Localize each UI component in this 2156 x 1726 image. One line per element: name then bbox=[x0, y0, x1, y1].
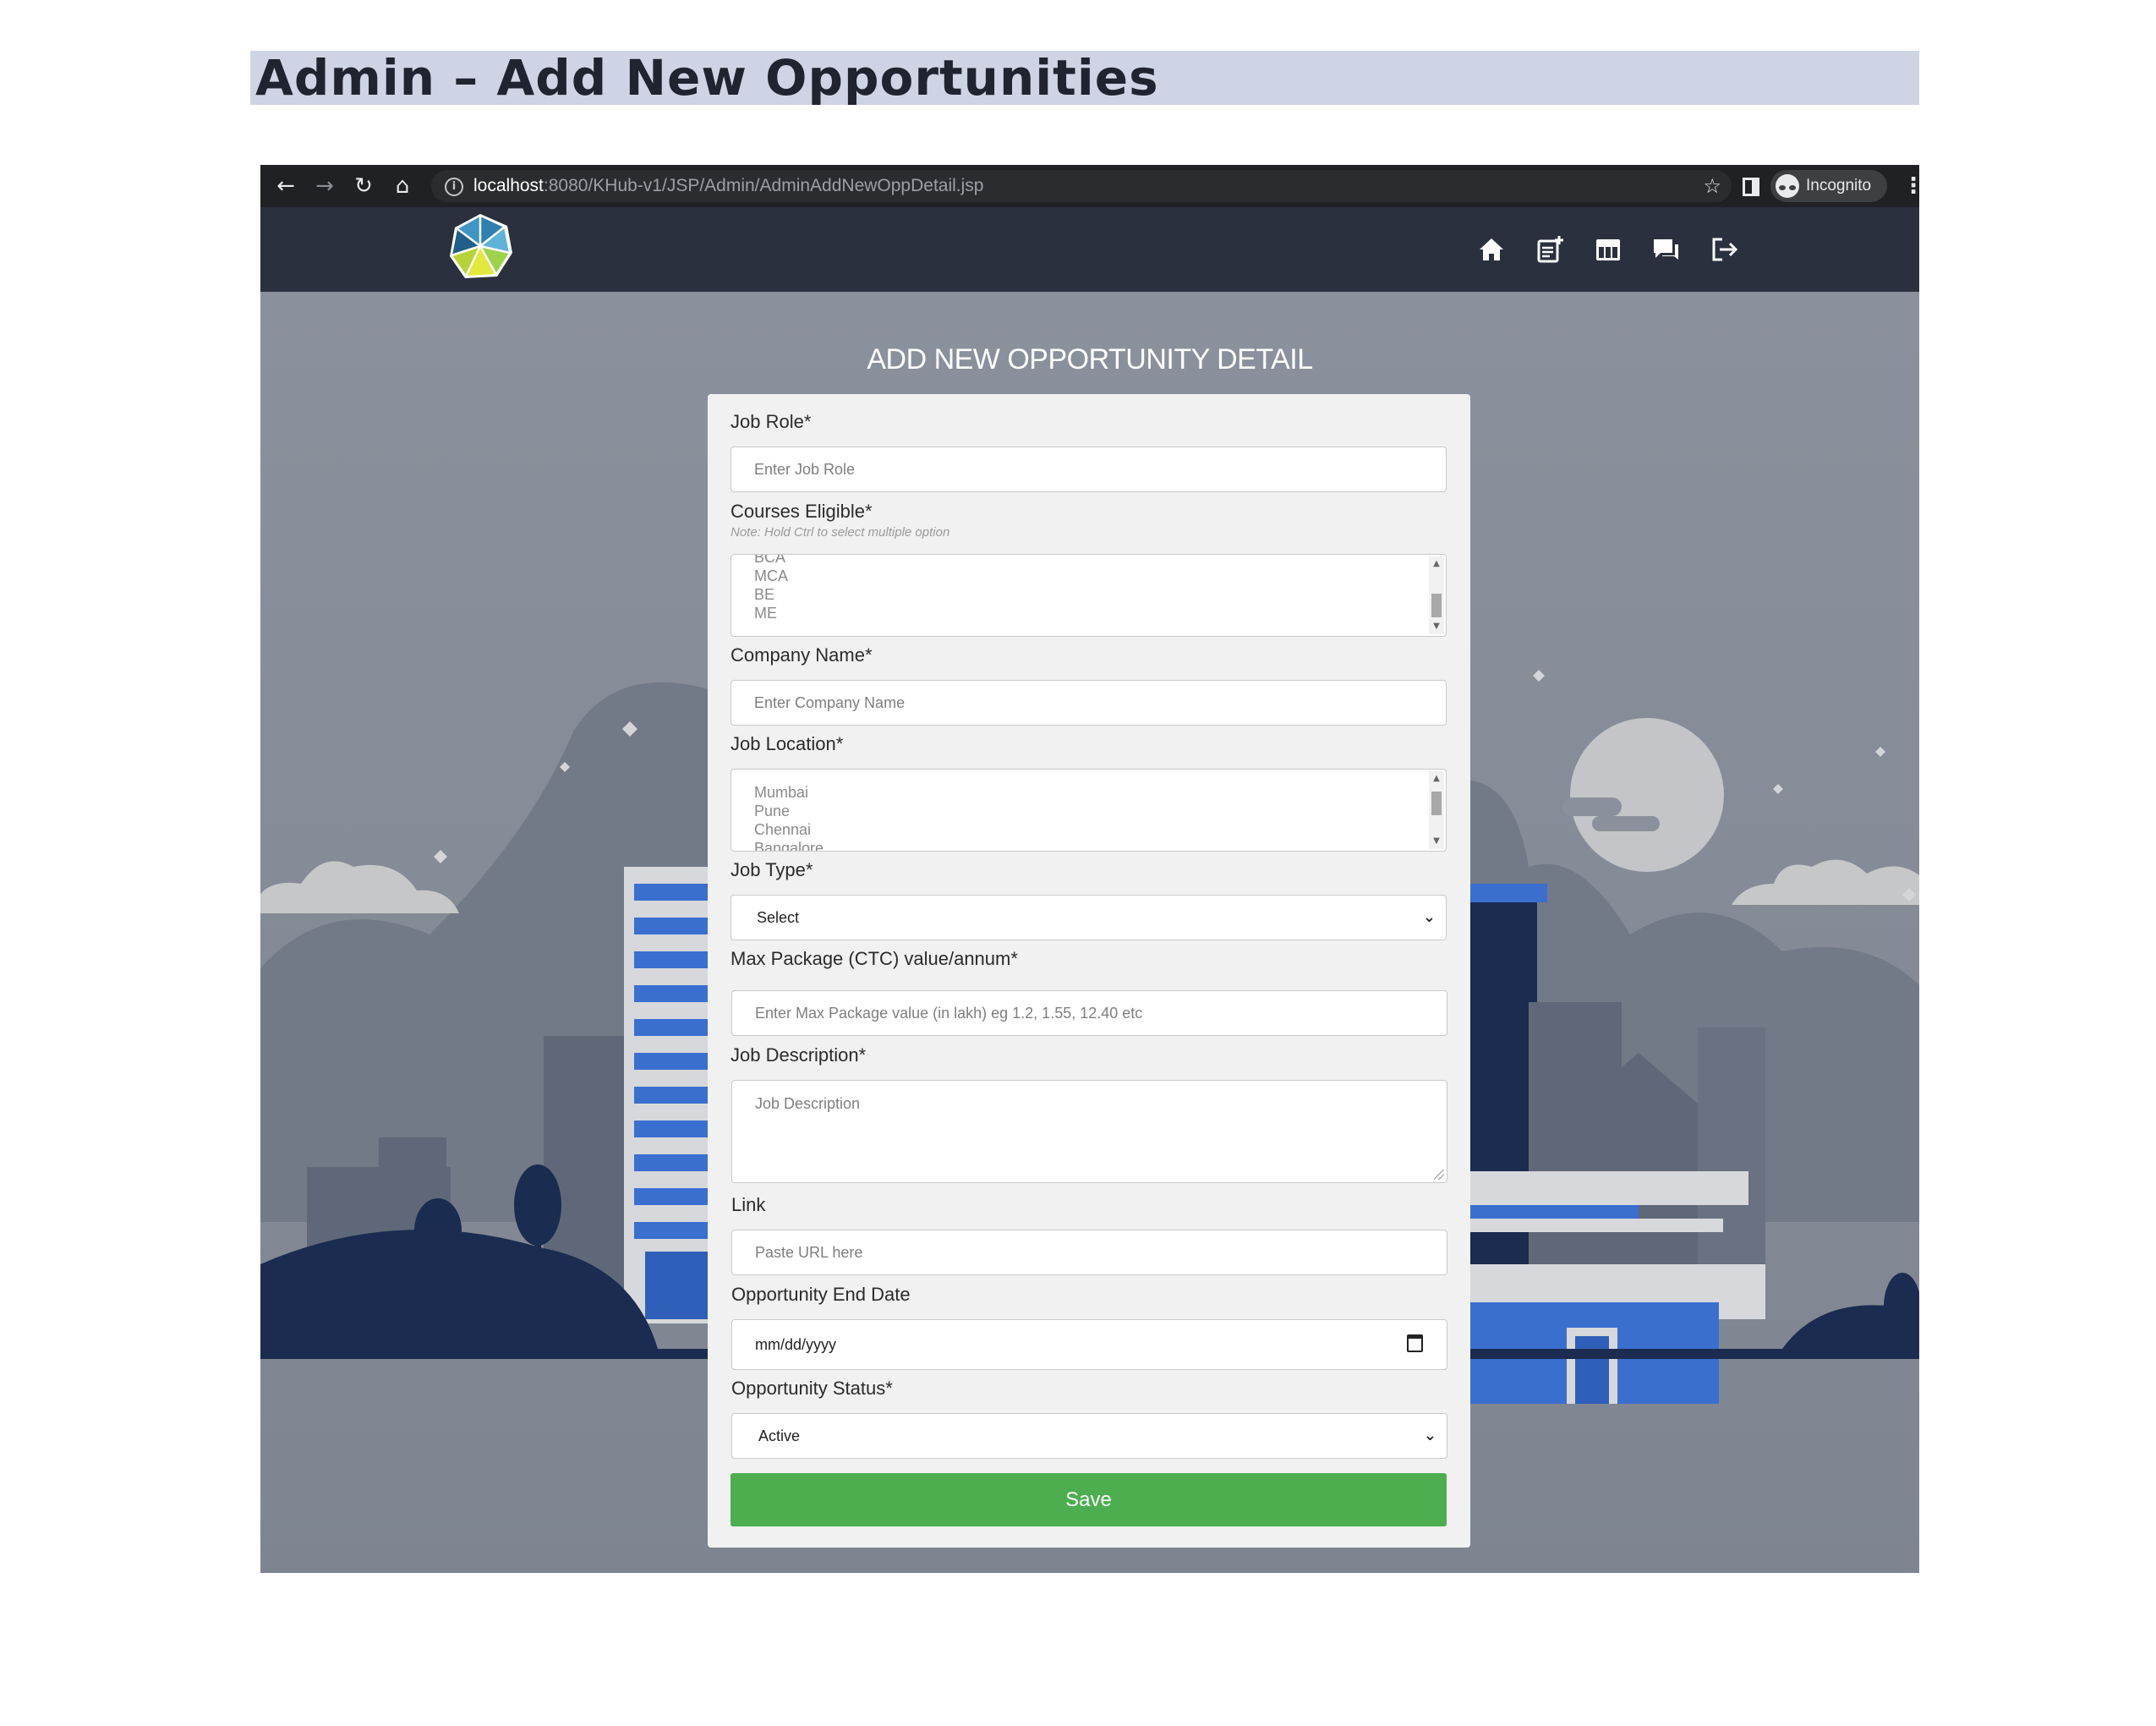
side-panel-icon[interactable] bbox=[1743, 178, 1759, 196]
knowledge-hub-logo[interactable] bbox=[445, 211, 516, 282]
url-host: localhost bbox=[473, 176, 544, 195]
link-input[interactable]: Paste URL here bbox=[731, 1230, 1447, 1275]
end-date-input[interactable]: mm/dd/yyyy bbox=[731, 1319, 1447, 1370]
location-option[interactable]: Pune bbox=[754, 802, 790, 820]
end-date-value: mm/dd/yyyy bbox=[755, 1336, 837, 1353]
job-role-input[interactable]: Enter Job Role bbox=[731, 447, 1447, 492]
location-label: Job Location* bbox=[731, 733, 844, 754]
courses-label: Courses Eligible* bbox=[731, 501, 873, 522]
url-path: :8080/KHub-v1/JSP/Admin/AdminAddNewOppDe… bbox=[543, 176, 984, 195]
status-select[interactable]: Active ⌄ bbox=[731, 1413, 1447, 1459]
scroll-thumb[interactable] bbox=[1431, 594, 1442, 617]
location-option[interactable]: Chennai bbox=[754, 820, 811, 839]
save-button[interactable]: Save bbox=[731, 1473, 1447, 1526]
bookmark-star-icon[interactable]: ☆ bbox=[1703, 170, 1721, 202]
table-icon[interactable] bbox=[1591, 233, 1625, 266]
address-bar[interactable]: i localhost:8080/KHub-v1/JSP/Admin/Admin… bbox=[431, 170, 1732, 202]
document-title: Admin – Add New Opportunities bbox=[250, 51, 1919, 105]
location-multiselect[interactable]: Mumbai Pune Chennai Bangalore ▲ ▼ bbox=[731, 769, 1447, 852]
job-type-select[interactable]: Select ⌄ bbox=[731, 895, 1447, 940]
job-type-label: Job Type* bbox=[731, 859, 813, 880]
browser-screenshot: ← → ↻ ⌂ i localhost:8080/KHub-v1/JSP/Adm… bbox=[260, 165, 1919, 1573]
chevron-down-icon: ⌄ bbox=[1423, 1427, 1436, 1444]
courses-note: Note: Hold Ctrl to select multiple optio… bbox=[731, 525, 950, 540]
job-description-textarea[interactable]: Job Description bbox=[731, 1080, 1447, 1183]
status-label: Opportunity Status* bbox=[731, 1378, 893, 1399]
browser-toolbar: ← → ↻ ⌂ i localhost:8080/KHub-v1/JSP/Adm… bbox=[260, 165, 1919, 207]
link-label: Link bbox=[731, 1194, 766, 1215]
course-option[interactable]: MCA bbox=[754, 567, 788, 585]
scroll-down-icon[interactable]: ▼ bbox=[1429, 621, 1444, 633]
page-heading: ADD NEW OPPORTUNITY DETAIL bbox=[867, 343, 1313, 375]
reload-icon[interactable]: ↻ bbox=[348, 171, 379, 201]
calendar-icon[interactable] bbox=[1407, 1334, 1423, 1352]
add-post-icon[interactable] bbox=[1533, 233, 1567, 266]
resize-grip-icon[interactable] bbox=[1434, 1170, 1444, 1180]
back-icon[interactable]: ← bbox=[271, 171, 301, 201]
courses-scrollbar[interactable]: ▲ ▼ bbox=[1429, 556, 1444, 634]
course-option[interactable]: BE bbox=[754, 585, 774, 604]
course-option[interactable]: ME bbox=[754, 604, 777, 622]
browser-home-icon[interactable]: ⌂ bbox=[387, 171, 418, 201]
incognito-badge[interactable]: Incognito bbox=[1770, 170, 1887, 202]
kebab-menu-icon[interactable]: ⋮ bbox=[1902, 172, 1919, 200]
chat-icon[interactable] bbox=[1649, 233, 1683, 266]
job-role-label: Job Role* bbox=[731, 411, 812, 432]
incognito-icon bbox=[1776, 174, 1799, 198]
company-name-input[interactable]: Enter Company Name bbox=[731, 680, 1447, 726]
courses-multiselect[interactable]: BCA MCA BE ME ▲ ▼ bbox=[731, 554, 1447, 637]
chevron-down-icon: ⌄ bbox=[1422, 908, 1436, 926]
end-date-label: Opportunity End Date bbox=[731, 1284, 911, 1305]
company-label: Company Name* bbox=[731, 644, 873, 666]
description-label: Job Description* bbox=[731, 1044, 867, 1066]
job-description-placeholder: Job Description bbox=[755, 1095, 861, 1112]
package-label: Max Package (CTC) value/annum* bbox=[731, 948, 1018, 969]
job-type-value: Select bbox=[757, 909, 800, 926]
forward-icon[interactable]: → bbox=[309, 171, 340, 201]
logout-icon[interactable] bbox=[1707, 233, 1741, 266]
site-header bbox=[260, 207, 1919, 292]
location-option[interactable]: Mumbai bbox=[754, 783, 808, 802]
opportunity-form: Job Role* Enter Job Role Courses Eligibl… bbox=[708, 394, 1470, 1548]
scroll-up-icon[interactable]: ▲ bbox=[1429, 773, 1444, 785]
max-package-input[interactable]: Enter Max Package value (in lakh) eg 1.2… bbox=[731, 990, 1447, 1036]
course-option[interactable]: BCA bbox=[754, 555, 785, 567]
incognito-label: Incognito bbox=[1806, 177, 1872, 195]
scroll-down-icon[interactable]: ▼ bbox=[1429, 836, 1444, 847]
scroll-thumb[interactable] bbox=[1431, 792, 1442, 815]
status-value: Active bbox=[758, 1427, 801, 1444]
info-icon[interactable]: i bbox=[445, 178, 463, 196]
scroll-up-icon[interactable]: ▲ bbox=[1429, 558, 1444, 570]
home-icon[interactable] bbox=[1475, 233, 1508, 266]
location-option[interactable]: Bangalore bbox=[754, 839, 824, 851]
url-text[interactable]: localhost:8080/KHub-v1/JSP/Admin/AdminAd… bbox=[473, 170, 983, 202]
location-scrollbar[interactable]: ▲ ▼ bbox=[1429, 771, 1444, 849]
